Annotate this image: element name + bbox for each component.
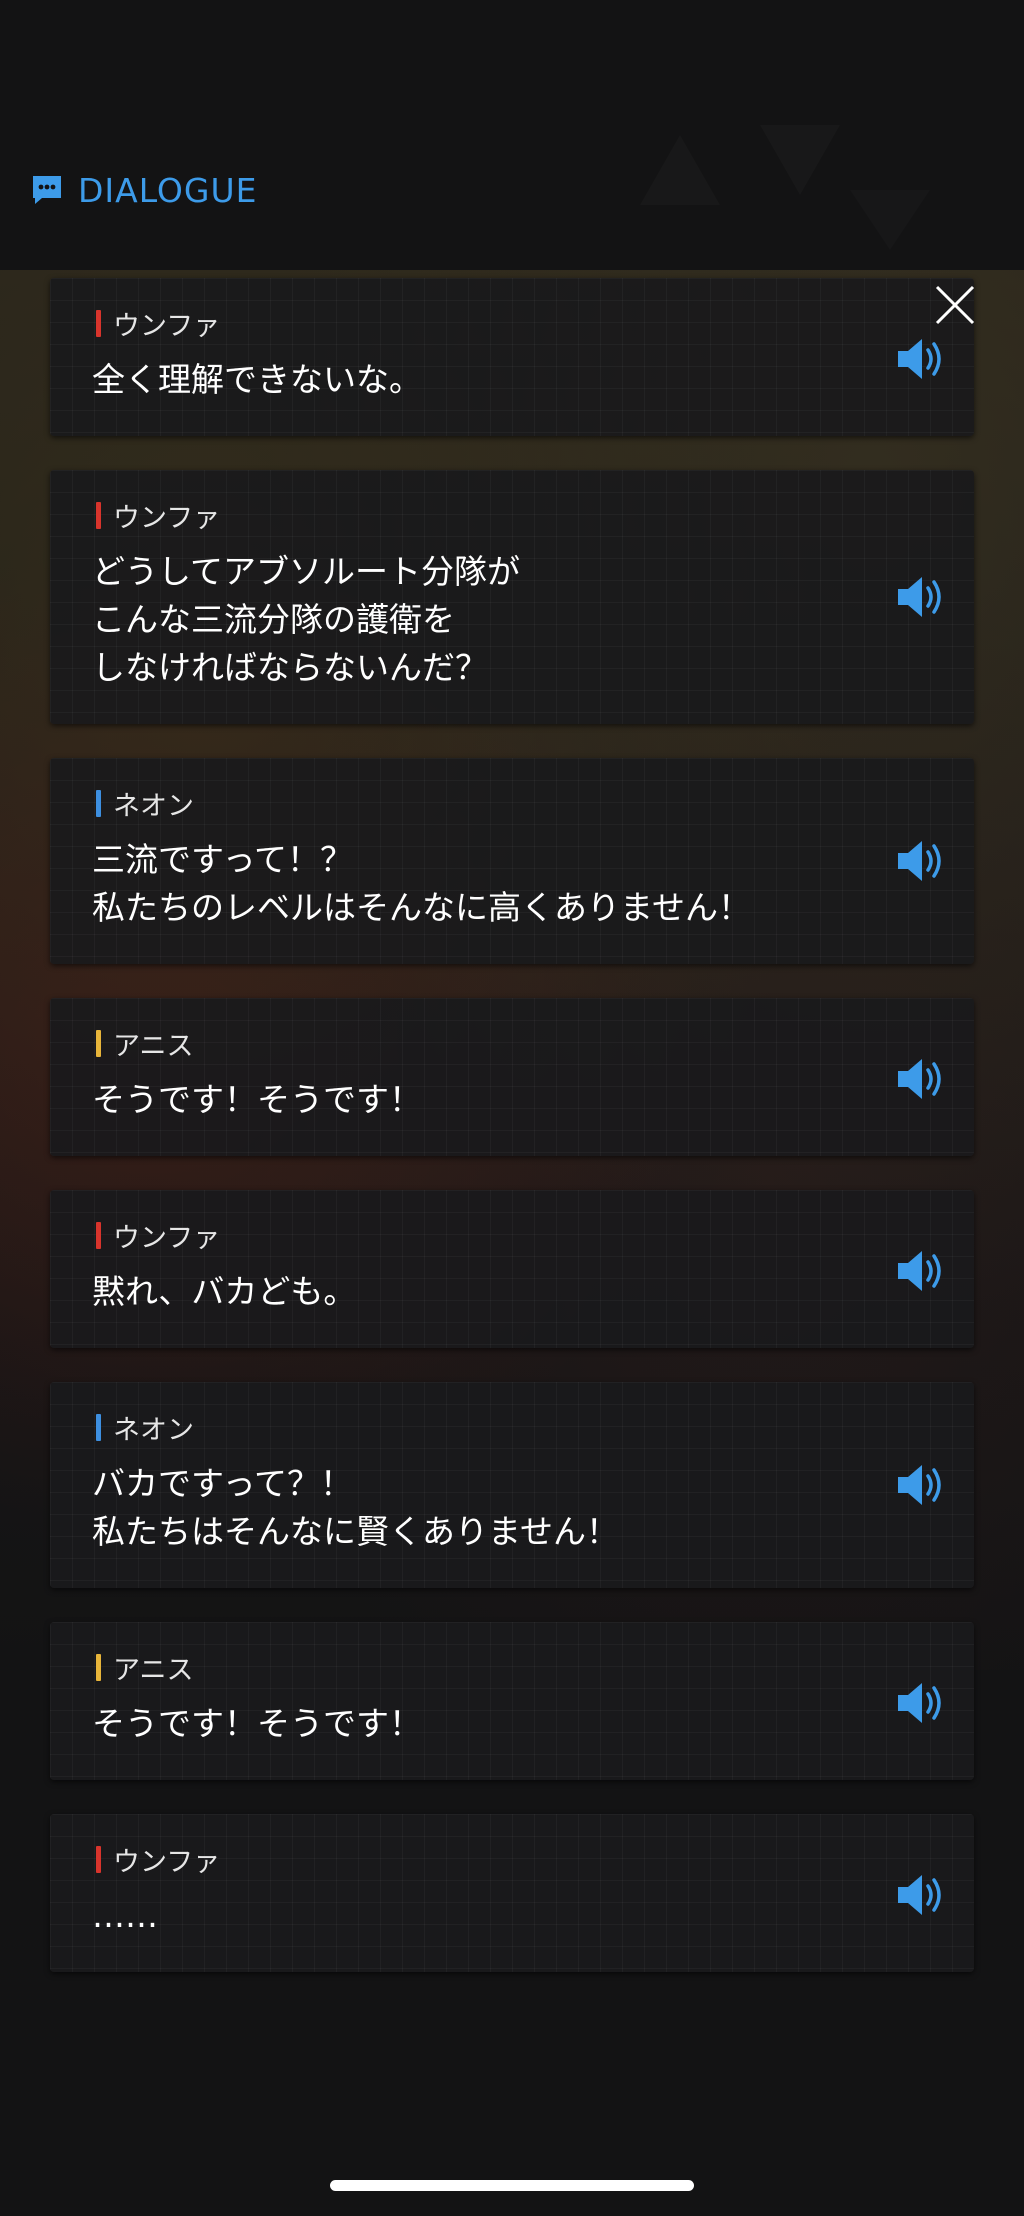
dialogue-line-text: バカですって？！ 私たちはそんなに賢くありません！ [92, 1464, 620, 1551]
speaker-color-bar [96, 1413, 101, 1441]
speaker-name: ウンファ [113, 310, 221, 342]
speaker-color-bar [96, 1845, 101, 1873]
speaker-color-bar [96, 1653, 101, 1681]
dialogue-line-text: どうしてアブソルート分隊が こんな三流分隊の護衛を しなければならないんだ？ [92, 552, 521, 687]
speaker-row: ウンファ [96, 500, 220, 534]
speaker-icon[interactable] [894, 1246, 954, 1296]
speaker-icon[interactable] [894, 334, 954, 384]
speaker-name: ウンファ [113, 1222, 221, 1254]
speaker-color-bar [96, 1029, 101, 1057]
dialogue-entry: ネオン三流ですって！？ 私たちのレベルはそんなに高くありません！ [50, 758, 974, 964]
speaker-row: ウンファ [96, 1220, 220, 1254]
speaker-icon[interactable] [894, 1460, 954, 1510]
decorative-triangle [760, 125, 840, 195]
speaker-row: アニス [96, 1652, 193, 1686]
speaker-color-bar [96, 1221, 101, 1249]
speaker-row: ネオン [96, 1412, 194, 1446]
dialogue-log-screen: DIALOGUE ウンファ 全く理解できないな。 ウンファ どうしてアブソルート分隊が… [0, 0, 1024, 2216]
speaker-icon[interactable] [894, 1870, 954, 1920]
speaker-color-bar [96, 501, 101, 529]
dialogue-line-text: 全く理解できないな。 [92, 360, 422, 399]
decorative-triangle [640, 135, 720, 205]
speaker-icon[interactable] [894, 836, 954, 886]
chat-bubble-icon [33, 176, 61, 204]
speaker-icon[interactable] [894, 1678, 954, 1728]
speaker-row: ウンファ [96, 1844, 220, 1878]
dialogue-entry: ネオンバカですって？！ 私たちはそんなに賢くありません！ [50, 1382, 974, 1588]
dialogue-list[interactable]: ウンファ 全く理解できないな。 ウンファ どうしてアブソルート分隊が こんな三流分隊の… [50, 278, 974, 2006]
speaker-name: アニス [113, 1654, 194, 1686]
dialogue-entry: ウンファ全く理解できないな。 [50, 278, 974, 436]
close-icon[interactable] [930, 280, 980, 330]
dialogue-title: DIALOGUE [78, 170, 258, 210]
speaker-name: ウンファ [113, 502, 221, 534]
speaker-name: アニス [113, 1030, 194, 1062]
speaker-icon[interactable] [894, 1054, 954, 1104]
dialogue-line-text: 黙れ、バカども。 [92, 1272, 357, 1311]
speaker-color-bar [96, 309, 101, 337]
speaker-row: ネオン [96, 788, 194, 822]
speaker-icon[interactable] [894, 572, 954, 622]
dialogue-entry: ウンファ黙れ、バカども。 [50, 1190, 974, 1348]
dialogue-entry: アニスそうです！そうです！ [50, 998, 974, 1156]
dialogue-line-text: そうです！そうです！ [92, 1704, 422, 1743]
speaker-name: ネオン [113, 790, 194, 822]
dialogue-line-text: そうです！そうです！ [92, 1080, 422, 1119]
dialogue-entry: ウンファどうしてアブソルート分隊が こんな三流分隊の護衛を しなければならないん… [50, 470, 974, 724]
speaker-row: ウンファ [96, 308, 220, 342]
dialogue-line-text: 三流ですって！？ 私たちのレベルはそんなに高くありません！ [92, 840, 752, 927]
dialogue-header: DIALOGUE [30, 168, 257, 212]
speaker-name: ネオン [113, 1414, 194, 1446]
dialogue-entry: アニスそうです！そうです！ [50, 1622, 974, 1780]
decorative-triangle [850, 190, 930, 250]
home-indicator[interactable] [330, 2180, 694, 2191]
speaker-row: アニス [96, 1028, 193, 1062]
speaker-name: ウンファ [113, 1846, 221, 1878]
dialogue-entry: ウンファ …… [50, 1814, 974, 1972]
speaker-color-bar [96, 789, 101, 817]
dialogue-line-text: …… [92, 1896, 158, 1935]
